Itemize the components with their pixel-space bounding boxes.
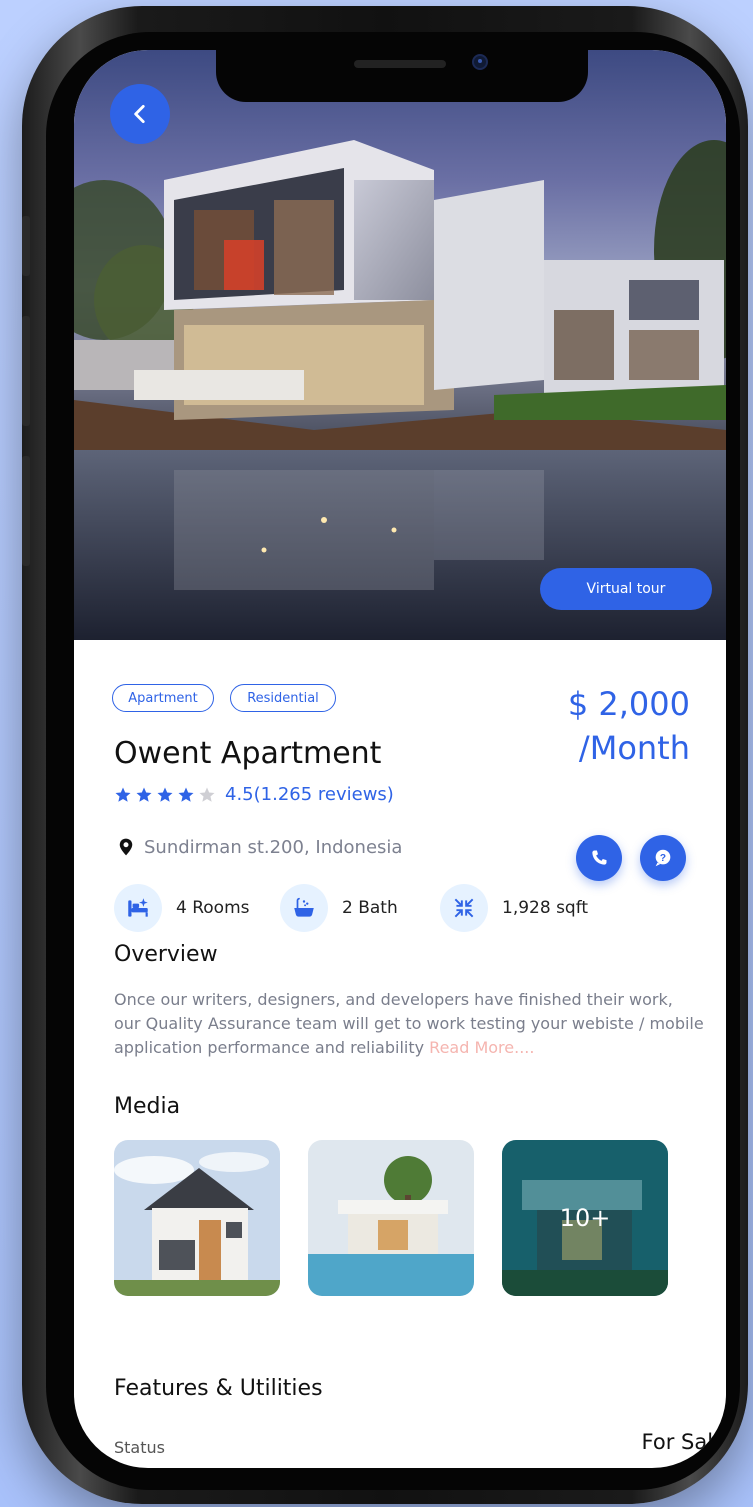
status-value: For Sale (641, 1430, 726, 1454)
feature-area: 1,928 sqft (440, 884, 588, 932)
media-thumbnail[interactable] (308, 1140, 474, 1296)
status-label: Status (114, 1438, 165, 1457)
overview-body: Once our writers, designers, and develop… (114, 990, 704, 1057)
media-thumbnail[interactable] (114, 1140, 280, 1296)
feature-rooms-label: 4 Rooms (176, 898, 250, 918)
price: $ 2,000 /Month (560, 682, 690, 770)
bed-icon (114, 884, 162, 932)
virtual-tour-button[interactable]: Virtual tour (540, 568, 712, 610)
chat-button[interactable]: ? (640, 835, 686, 881)
speaker-grille (354, 60, 446, 68)
volume-down-button (22, 456, 30, 566)
star-filled-icon (178, 787, 194, 802)
star-filled-icon (115, 787, 131, 802)
phone-icon (592, 850, 607, 865)
media-more-count: 10+ (502, 1140, 668, 1296)
star-filled-icon (136, 787, 152, 802)
location: Sundirman st.200, Indonesia (116, 836, 402, 858)
feature-bath: 2 Bath (280, 884, 398, 932)
back-button[interactable] (110, 84, 170, 144)
media-thumbnail-more[interactable]: 10+ (502, 1140, 668, 1296)
house-thumbnail-1 (114, 1140, 280, 1296)
mute-switch (22, 216, 30, 276)
price-amount: $ 2,000 (567, 685, 690, 723)
rating-text: 4.5(1.265 reviews) (225, 784, 394, 805)
svg-text:?: ? (660, 853, 666, 864)
feature-area-label: 1,928 sqft (502, 898, 589, 918)
house-thumbnail-2 (308, 1140, 474, 1296)
tag-residential[interactable]: Residential (230, 684, 336, 712)
bathtub-icon (280, 884, 328, 932)
rating[interactable]: 4.5(1.265 reviews) (114, 784, 394, 805)
read-more-link[interactable]: Read More.... (429, 1038, 534, 1057)
tag-apartment[interactable]: Apartment (112, 684, 214, 712)
star-empty-icon (199, 787, 215, 802)
notch (216, 50, 588, 102)
listing-title: Owent Apartment (114, 736, 382, 771)
price-period: /Month (578, 729, 690, 767)
overview-heading: Overview (114, 942, 218, 967)
media-heading: Media (114, 1094, 181, 1119)
front-camera-icon (472, 54, 488, 70)
feature-rooms: 4 Rooms (114, 884, 250, 932)
call-button[interactable] (576, 835, 622, 881)
location-pin-icon (119, 838, 133, 856)
phone-screen: Virtual tour Apartment Residential $ 2,0… (74, 50, 726, 1468)
chevron-left-icon (134, 105, 145, 123)
star-filled-icon (157, 787, 173, 802)
location-text: Sundirman st.200, Indonesia (144, 836, 403, 858)
overview-text: Once our writers, designers, and develop… (114, 988, 704, 1060)
hero-photo: Virtual tour (74, 50, 726, 640)
volume-up-button (22, 316, 30, 426)
area-compress-icon (440, 884, 488, 932)
feature-bath-label: 2 Bath (342, 898, 398, 918)
house-illustration (74, 140, 726, 640)
features-utilities-heading: Features & Utilities (114, 1376, 323, 1401)
chat-question-icon: ? (655, 849, 671, 867)
